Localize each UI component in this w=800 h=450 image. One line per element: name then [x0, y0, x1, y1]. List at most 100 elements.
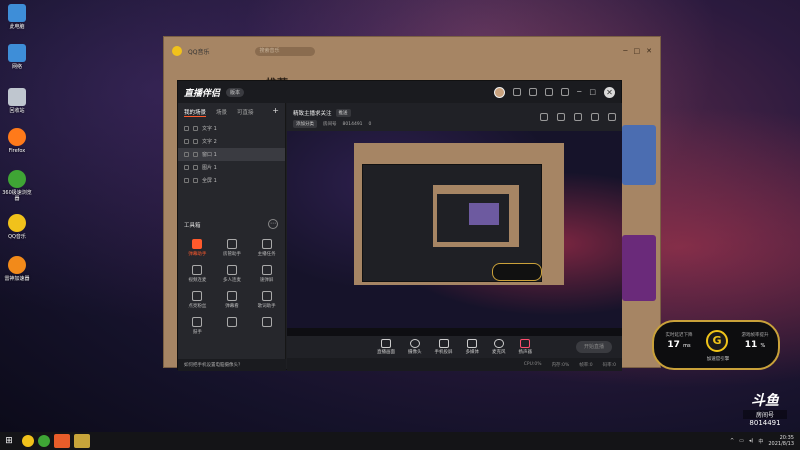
source-camera-button[interactable]: 摄像头 [408, 339, 422, 355]
desktop-icon-qq-music[interactable]: QQ音乐 [2, 214, 32, 240]
visibility-icon[interactable] [184, 126, 189, 131]
message-icon[interactable] [513, 88, 522, 96]
desktop-icon-network[interactable]: 网络 [2, 44, 32, 70]
desktop-icon-firefox[interactable]: Firefox [2, 128, 32, 154]
shop-icon[interactable] [557, 113, 565, 121]
chevron-up-icon[interactable]: ^ [730, 438, 734, 444]
scene-item[interactable]: 文字 2 [178, 135, 285, 148]
tool-item[interactable]: 主播任务 [249, 239, 284, 257]
lock-icon[interactable] [193, 165, 198, 170]
maximize-button[interactable]: □ [634, 47, 641, 55]
share-icon[interactable] [608, 113, 616, 121]
microphone-button[interactable]: 麦克风 [492, 339, 506, 355]
accelerator-widget[interactable]: 实时延迟下降 17 ms G 加速官引擎 游戏帧率提升 11 % [652, 320, 780, 370]
gift-icon[interactable] [529, 88, 538, 96]
desktop-icon-360-browser[interactable]: 360极速浏览器 [2, 170, 32, 202]
play-icon [467, 339, 478, 348]
scene-item[interactable]: 图片 1 [178, 161, 285, 174]
start-live-button[interactable]: 开始直播 [576, 341, 612, 353]
maximize-button[interactable]: □ [589, 88, 596, 96]
scene-item[interactable]: 文字 1 [178, 122, 285, 135]
scene-item-label: 窗口 1 [202, 152, 217, 158]
toolbox-title: 工具箱 [184, 223, 201, 229]
tool-label: 视频连麦 [188, 278, 207, 283]
visibility-icon[interactable] [184, 152, 189, 157]
tool-label: 速弹屏 [259, 278, 274, 283]
preview-speed-widget [492, 263, 542, 281]
tool-item[interactable] [215, 317, 250, 335]
visibility-icon[interactable] [184, 178, 189, 183]
desktop-icon-label: QQ音乐 [8, 234, 26, 240]
source-screen-button[interactable]: 直播画面 [377, 339, 395, 355]
source-label: 摄像头 [408, 350, 422, 355]
live-preview[interactable] [287, 131, 622, 336]
lock-icon[interactable] [540, 113, 548, 121]
trophy-icon[interactable] [574, 113, 582, 121]
preview-nested-core [469, 203, 499, 225]
clock-date: 2021/8/13 [768, 441, 794, 447]
desktop-icon-label: Firefox [8, 148, 26, 154]
tool-item[interactable]: 歌词助手 [249, 291, 284, 309]
settings-icon[interactable] [561, 88, 570, 96]
desktop-icon-accelerator[interactable]: 雷神加速器 [2, 256, 32, 282]
source-media-button[interactable]: 多媒体 [466, 339, 479, 355]
minimize-button[interactable]: ─ [623, 47, 627, 55]
lock-icon[interactable] [193, 139, 198, 144]
qq-music-window-controls: ─ □ ✕ [623, 47, 652, 55]
taskbar-360-browser-icon[interactable] [38, 435, 50, 447]
visibility-icon[interactable] [184, 165, 189, 170]
room-title[interactable]: 精致主播求关注 [293, 109, 332, 117]
desktop-icon-recycle-bin[interactable]: 回收站 [2, 88, 32, 114]
taskbar-douyu-icon[interactable] [74, 434, 90, 448]
tool-item[interactable]: 弹幕助手 [180, 239, 215, 257]
tab-direct[interactable]: 可直接 [237, 108, 254, 117]
network-tray-icon[interactable]: ▭ [739, 438, 744, 444]
network-icon [8, 44, 26, 62]
category-chip[interactable]: 添加分类 [293, 120, 317, 128]
lock-icon[interactable] [193, 152, 198, 157]
tool-item[interactable]: 鼓手 [180, 317, 215, 335]
lock-icon[interactable] [193, 178, 198, 183]
desktop-icon-this-pc[interactable]: 此电脑 [2, 4, 32, 30]
tool-item[interactable]: 视频连麦 [180, 265, 215, 283]
push-chip[interactable]: 推送 [335, 109, 351, 117]
taskbar-live-companion-icon[interactable] [54, 434, 70, 448]
tool-item[interactable]: 点亮粉丝 [180, 291, 215, 309]
toolbox-more-button[interactable]: ⋯ [268, 219, 278, 229]
tool-item[interactable] [249, 317, 284, 335]
start-button[interactable]: ⊞ [0, 432, 18, 450]
minimize-button[interactable]: ─ [577, 88, 581, 96]
source-phone-button[interactable]: 手机投屏 [435, 339, 453, 355]
tool-label: 主播任务 [257, 252, 276, 257]
close-button[interactable]: ✕ [604, 86, 615, 98]
qq-music-search-input[interactable]: 搜索音乐 [255, 46, 316, 56]
tool-item[interactable]: 房管助手 [215, 239, 250, 257]
volume-icon[interactable]: ◂) [749, 438, 753, 444]
fps-boost-title: 游戏帧率提升 [741, 333, 769, 338]
visibility-icon[interactable] [184, 139, 189, 144]
computer-icon [8, 4, 26, 22]
scene-item[interactable]: 窗口 1 [178, 148, 285, 161]
taskbar: ⊞ ^ ▭ ◂) 中 20:35 2021/8/13 [0, 432, 800, 450]
live-header-actions: ─ □ ✕ [494, 86, 615, 98]
version-badge[interactable]: 版本 [226, 87, 245, 97]
speaker-button[interactable]: 扬声器 [519, 339, 532, 355]
qq-music-card[interactable] [622, 125, 656, 185]
tool-item[interactable]: 多人连麦 [215, 265, 250, 283]
tab-my-scenes[interactable]: 我的场景 [184, 108, 207, 117]
qq-music-card[interactable] [622, 235, 656, 301]
avatar[interactable] [494, 86, 506, 98]
tab-scenes[interactable]: 场景 [216, 108, 227, 117]
camera-hint-link[interactable]: 如何把手机设置电脑摄像头？ [178, 359, 286, 371]
lock-icon[interactable] [193, 126, 198, 131]
add-scene-icon[interactable]: + [272, 107, 279, 117]
ime-icon[interactable]: 中 [758, 438, 763, 445]
bell-icon[interactable] [591, 113, 599, 121]
tool-item[interactable]: 速弹屏 [249, 265, 284, 283]
taskbar-qq-music-icon[interactable] [22, 435, 34, 447]
clock[interactable]: 20:35 2021/8/13 [768, 435, 794, 447]
scene-item[interactable]: 全屏 1 [178, 174, 285, 187]
mail-icon[interactable] [545, 88, 554, 96]
close-button[interactable]: ✕ [646, 47, 652, 55]
tool-item[interactable]: 弹幕看 [215, 291, 250, 309]
